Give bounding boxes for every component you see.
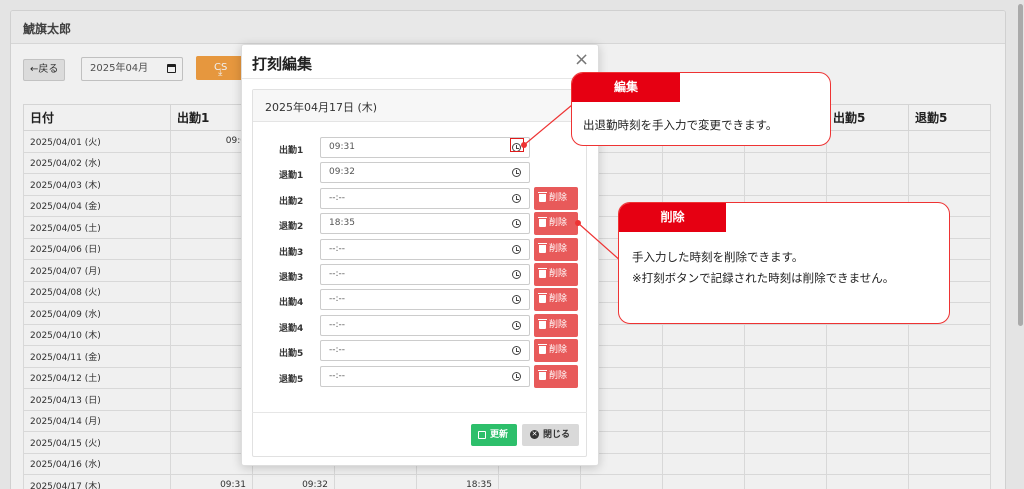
time-value: --:--	[329, 370, 346, 381]
delete-callout: 削除 手入力した時刻を削除できます。 ※打刻ボタンで記録された時刻は削除できませ…	[618, 202, 950, 324]
delete-button[interactable]: 削除	[534, 186, 578, 210]
time-input[interactable]: 09:31	[320, 137, 530, 158]
delete-button[interactable]: 削除	[534, 313, 578, 337]
time-value: --:--	[329, 345, 346, 356]
delete-button-label: 削除	[549, 370, 568, 381]
clock-icon	[512, 270, 521, 279]
time-input[interactable]: --:--	[320, 314, 530, 336]
time-value: --:--	[329, 294, 346, 305]
punch-label: 退勤5	[279, 374, 304, 385]
punch-row: 出勤2 --:-- 削除	[253, 186, 586, 210]
time-input[interactable]: --:--	[320, 365, 530, 387]
delete-button-label: 削除	[549, 243, 568, 254]
clock-icon	[512, 193, 521, 203]
delete-callout-line1: 手入力した時刻を削除できます。	[632, 250, 804, 264]
clock-icon	[512, 371, 521, 381]
time-value: --:--	[329, 192, 346, 203]
punch-label: 出勤3	[279, 247, 304, 258]
punch-label: 退勤1	[279, 171, 304, 182]
delete-button-label: 削除	[549, 345, 568, 356]
clock-icon	[512, 295, 521, 305]
delete-button[interactable]: 削除	[534, 339, 578, 363]
time-value: 09:31	[329, 142, 355, 152]
time-value: 18:35	[329, 218, 355, 229]
update-button[interactable]: 更新	[471, 424, 517, 446]
modal-close-icon[interactable]: ×	[574, 49, 589, 70]
punch-date-header: 2025年04月17日 (木)	[253, 90, 586, 122]
punch-row: 退勤1 09:32	[253, 162, 586, 184]
time-value: 09:32	[329, 167, 355, 178]
punch-row: 出勤5 --:-- 削除	[253, 339, 586, 363]
punch-row: 退勤2 18:35 削除	[253, 212, 586, 236]
delete-button-label: 削除	[549, 218, 568, 229]
delete-button-label: 削除	[549, 294, 568, 305]
delete-connector-dot	[575, 220, 581, 226]
delete-button[interactable]: 削除	[534, 288, 578, 312]
time-input[interactable]: 18:35	[320, 213, 530, 235]
punch-row: 退勤3 --:-- 削除	[253, 263, 586, 286]
trash-icon	[538, 318, 547, 329]
delete-button-label: 削除	[549, 192, 568, 203]
clock-icon	[512, 346, 521, 356]
time-value: --:--	[329, 269, 346, 279]
punch-label: 出勤1	[279, 146, 304, 156]
punch-panel: 2025年04月17日 (木) 出勤1 09:31 退勤1 09:32 出勤2 --:--…	[252, 89, 587, 457]
punch-label: 退勤3	[279, 273, 304, 283]
delete-button[interactable]: 削除	[534, 237, 578, 261]
edit-connector-dot	[521, 142, 527, 148]
time-input[interactable]: --:--	[320, 187, 530, 209]
edit-callout-text: 出退勤時刻を手入力で変更できます。	[583, 118, 778, 132]
punch-row: 出勤1 09:31	[253, 137, 586, 159]
modal-divider	[242, 78, 598, 79]
close-button-label: 閉じる	[543, 430, 571, 440]
time-input[interactable]: --:--	[320, 289, 530, 311]
punch-row: 出勤4 --:-- 削除	[253, 288, 586, 312]
modal-footer-divider	[252, 412, 587, 413]
punch-label: 出勤4	[279, 298, 304, 309]
trash-icon	[538, 268, 547, 278]
clock-icon	[512, 219, 521, 229]
edit-callout: 編集 出退勤時刻を手入力で変更できます。	[571, 72, 831, 146]
edit-callout-tag: 編集	[572, 73, 680, 102]
clock-icon	[512, 320, 521, 330]
trash-icon	[538, 344, 547, 355]
delete-callout-tag: 削除	[619, 203, 726, 232]
time-value: --:--	[329, 243, 346, 254]
edit-punch-modal: 打刻編集 × 2025年04月17日 (木) 出勤1 09:31 退勤1 09:32 出…	[241, 44, 599, 466]
delete-button[interactable]: 削除	[534, 212, 578, 236]
close-circle-icon: ✕	[530, 430, 539, 439]
punch-row: 退勤5 --:-- 削除	[253, 364, 586, 388]
time-input[interactable]: --:--	[320, 264, 530, 285]
close-button[interactable]: ✕ 閉じる	[522, 424, 579, 446]
modal-title: 打刻編集	[252, 55, 313, 73]
trash-icon	[538, 369, 547, 380]
time-value: --:--	[329, 319, 346, 330]
punch-row: 退勤4 --:-- 削除	[253, 313, 586, 337]
clock-icon	[512, 168, 521, 178]
delete-button-label: 削除	[549, 269, 568, 279]
punch-row: 出勤3 --:-- 削除	[253, 237, 586, 261]
trash-icon	[538, 242, 547, 253]
delete-button[interactable]: 削除	[534, 364, 578, 388]
punch-label: 退勤2	[279, 222, 304, 233]
time-input[interactable]: --:--	[320, 340, 530, 362]
punch-label: 出勤5	[279, 349, 304, 360]
clock-icon	[512, 244, 521, 254]
trash-icon	[538, 191, 547, 202]
punch-label: 出勤2	[279, 196, 304, 207]
save-icon	[478, 431, 486, 439]
time-input[interactable]: --:--	[320, 238, 530, 260]
punch-label: 退勤4	[279, 323, 304, 334]
trash-icon	[538, 293, 547, 304]
delete-button[interactable]: 削除	[534, 263, 578, 286]
update-button-label: 更新	[490, 430, 509, 440]
time-input[interactable]: 09:32	[320, 162, 530, 184]
delete-button-label: 削除	[549, 319, 568, 330]
trash-icon	[538, 217, 547, 228]
delete-callout-line2: ※打刻ボタンで記録された時刻は削除できません。	[632, 271, 895, 285]
